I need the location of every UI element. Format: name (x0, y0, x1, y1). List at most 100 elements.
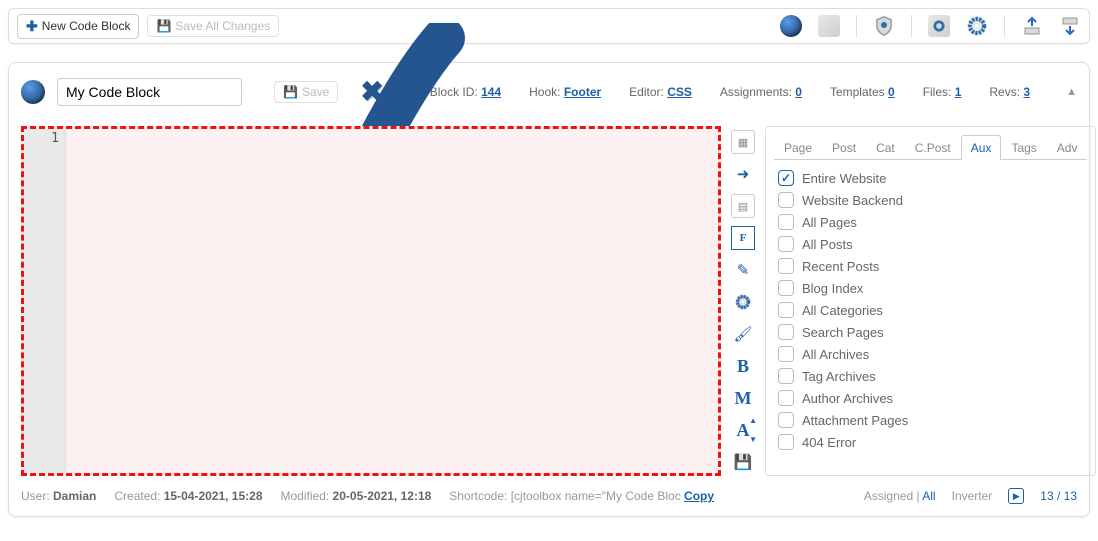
aux-item[interactable]: 404 Error (778, 434, 1083, 450)
checkbox-icon[interactable] (778, 390, 794, 406)
block-id-link[interactable]: 144 (481, 85, 501, 99)
checkbox-icon[interactable] (778, 214, 794, 230)
checkbox-icon[interactable] (778, 412, 794, 428)
checkbox-icon[interactable] (778, 324, 794, 340)
meta-bar: Block ID: 144 Hook: Footer Editor: CSS A… (430, 85, 1077, 99)
save-button[interactable]: 💾 Save (274, 81, 338, 103)
checkbox-icon[interactable] (778, 280, 794, 296)
assigned-filter: Assigned | All (864, 489, 936, 503)
toolbar-right (780, 15, 1081, 37)
checkbox-icon[interactable] (778, 192, 794, 208)
copy-link[interactable]: Copy (684, 489, 714, 503)
user-info: User: Damian (21, 489, 96, 503)
gear-box-icon[interactable] (928, 15, 950, 37)
globe-icon[interactable] (780, 15, 802, 37)
font-tool-icon[interactable]: F (731, 226, 755, 250)
all-filter-link[interactable]: All (922, 489, 935, 503)
m-tool[interactable]: M (731, 386, 755, 410)
font-size-tool[interactable]: A▲▼ (731, 418, 755, 442)
aux-item[interactable]: All Archives (778, 346, 1083, 362)
revs-meta: Revs: 3 (989, 85, 1030, 99)
save-label: Save (302, 85, 329, 99)
aux-item[interactable]: Search Pages (778, 324, 1083, 340)
modified-info: Modified: 20-05-2021, 12:18 (281, 489, 432, 503)
body-row: 1 ▦ ➜ ▤ F ✎ 🖌 B M A▲▼ 💾 PagePostCatC.Pos… (21, 126, 1077, 476)
aux-item[interactable]: Blog Index (778, 280, 1083, 296)
expand-down-icon[interactable] (1059, 15, 1081, 37)
tab-tags[interactable]: Tags (1001, 135, 1046, 160)
code-area[interactable] (66, 129, 718, 473)
checkbox-icon[interactable] (778, 258, 794, 274)
new-code-block-button[interactable]: ✚ New Code Block (17, 14, 139, 39)
block-id-meta: Block ID: 144 (430, 85, 501, 99)
edit-icon[interactable]: ✎ (731, 258, 755, 282)
checkbox-icon[interactable] (778, 368, 794, 384)
checkbox-icon[interactable] (778, 236, 794, 252)
top-toolbar: ✚ New Code Block 💾 Save All Changes (8, 8, 1090, 44)
play-button[interactable]: ▶ (1008, 488, 1024, 504)
settings-icon[interactable] (731, 290, 755, 314)
expand-up-icon[interactable] (1021, 15, 1043, 37)
count-display: 13 / 13 (1040, 489, 1077, 503)
code-editor[interactable]: 1 (21, 126, 721, 476)
aux-item-label: Entire Website (802, 171, 886, 186)
checkbox-icon[interactable] (778, 346, 794, 362)
disk-icon: 💾 (283, 85, 298, 99)
save-all-label: Save All Changes (175, 19, 270, 33)
shield-gear-icon[interactable] (873, 15, 895, 37)
aux-item[interactable]: All Posts (778, 236, 1083, 252)
hook-link[interactable]: Footer (564, 85, 601, 99)
checkbox-icon[interactable] (778, 302, 794, 318)
aux-item-label: All Pages (802, 215, 857, 230)
aux-item[interactable]: Entire Website (778, 170, 1083, 186)
collapse-icon[interactable]: ▲ (1066, 86, 1077, 98)
aux-item-label: All Archives (802, 347, 869, 362)
layout-icon-1[interactable]: ▦ (731, 130, 755, 154)
tab-cat[interactable]: Cat (866, 135, 905, 160)
tab-page[interactable]: Page (774, 135, 822, 160)
aux-item[interactable]: Recent Posts (778, 258, 1083, 274)
tab-post[interactable]: Post (822, 135, 866, 160)
templates-link[interactable]: 0 (888, 85, 895, 99)
layout-icon-2[interactable]: ▤ (731, 194, 755, 218)
aux-item-label: Search Pages (802, 325, 884, 340)
aux-item-label: Blog Index (802, 281, 863, 296)
save-disk-icon[interactable]: 💾 (731, 450, 755, 474)
editor-link[interactable]: CSS (667, 85, 692, 99)
save-all-button[interactable]: 💾 Save All Changes (147, 15, 279, 37)
code-block-panel: 💾 Save ✖ Block ID: 144 Hook: Footer Edit… (8, 62, 1090, 517)
aux-item[interactable]: All Categories (778, 302, 1083, 318)
close-icon[interactable]: ✖ (360, 75, 383, 108)
assignment-tabs: PagePostCatC.PostAuxTagsAdv (774, 135, 1087, 160)
aux-item[interactable]: Tag Archives (778, 368, 1083, 384)
panel-footer: User: Damian Created: 15-04-2021, 15:28 … (21, 488, 1077, 504)
revs-link[interactable]: 3 (1023, 85, 1030, 99)
editor-meta: Editor: CSS (629, 85, 692, 99)
inverter-label[interactable]: Inverter (952, 489, 993, 503)
import-icon[interactable]: ➜ (731, 162, 755, 186)
aux-item[interactable]: Author Archives (778, 390, 1083, 406)
brush-icon[interactable]: 🖌 (731, 322, 755, 346)
assignments-link[interactable]: 0 (795, 85, 802, 99)
gear-icon[interactable] (966, 15, 988, 37)
disk-icon: 💾 (156, 19, 171, 33)
footer-right: Assigned | All Inverter ▶ 13 / 13 (864, 488, 1077, 504)
checkbox-icon[interactable] (778, 434, 794, 450)
aux-item[interactable]: Attachment Pages (778, 412, 1083, 428)
template-icon[interactable] (818, 15, 840, 37)
templates-meta: Templates 0 (830, 85, 895, 99)
tab-adv[interactable]: Adv (1047, 135, 1088, 160)
checkbox-icon[interactable] (778, 170, 794, 186)
aux-item-label: Website Backend (802, 193, 903, 208)
tab-cpost[interactable]: C.Post (905, 135, 961, 160)
hook-meta: Hook: Footer (529, 85, 601, 99)
panel-header: 💾 Save ✖ Block ID: 144 Hook: Footer Edit… (21, 75, 1077, 108)
bold-tool[interactable]: B (731, 354, 755, 378)
aux-checkbox-list: Entire Website Website Backend All Pages Al… (774, 160, 1087, 460)
tab-aux[interactable]: Aux (961, 135, 1002, 160)
divider (1004, 15, 1005, 37)
aux-item[interactable]: Website Backend (778, 192, 1083, 208)
files-link[interactable]: 1 (955, 85, 962, 99)
block-name-input[interactable] (57, 78, 242, 106)
aux-item[interactable]: All Pages (778, 214, 1083, 230)
